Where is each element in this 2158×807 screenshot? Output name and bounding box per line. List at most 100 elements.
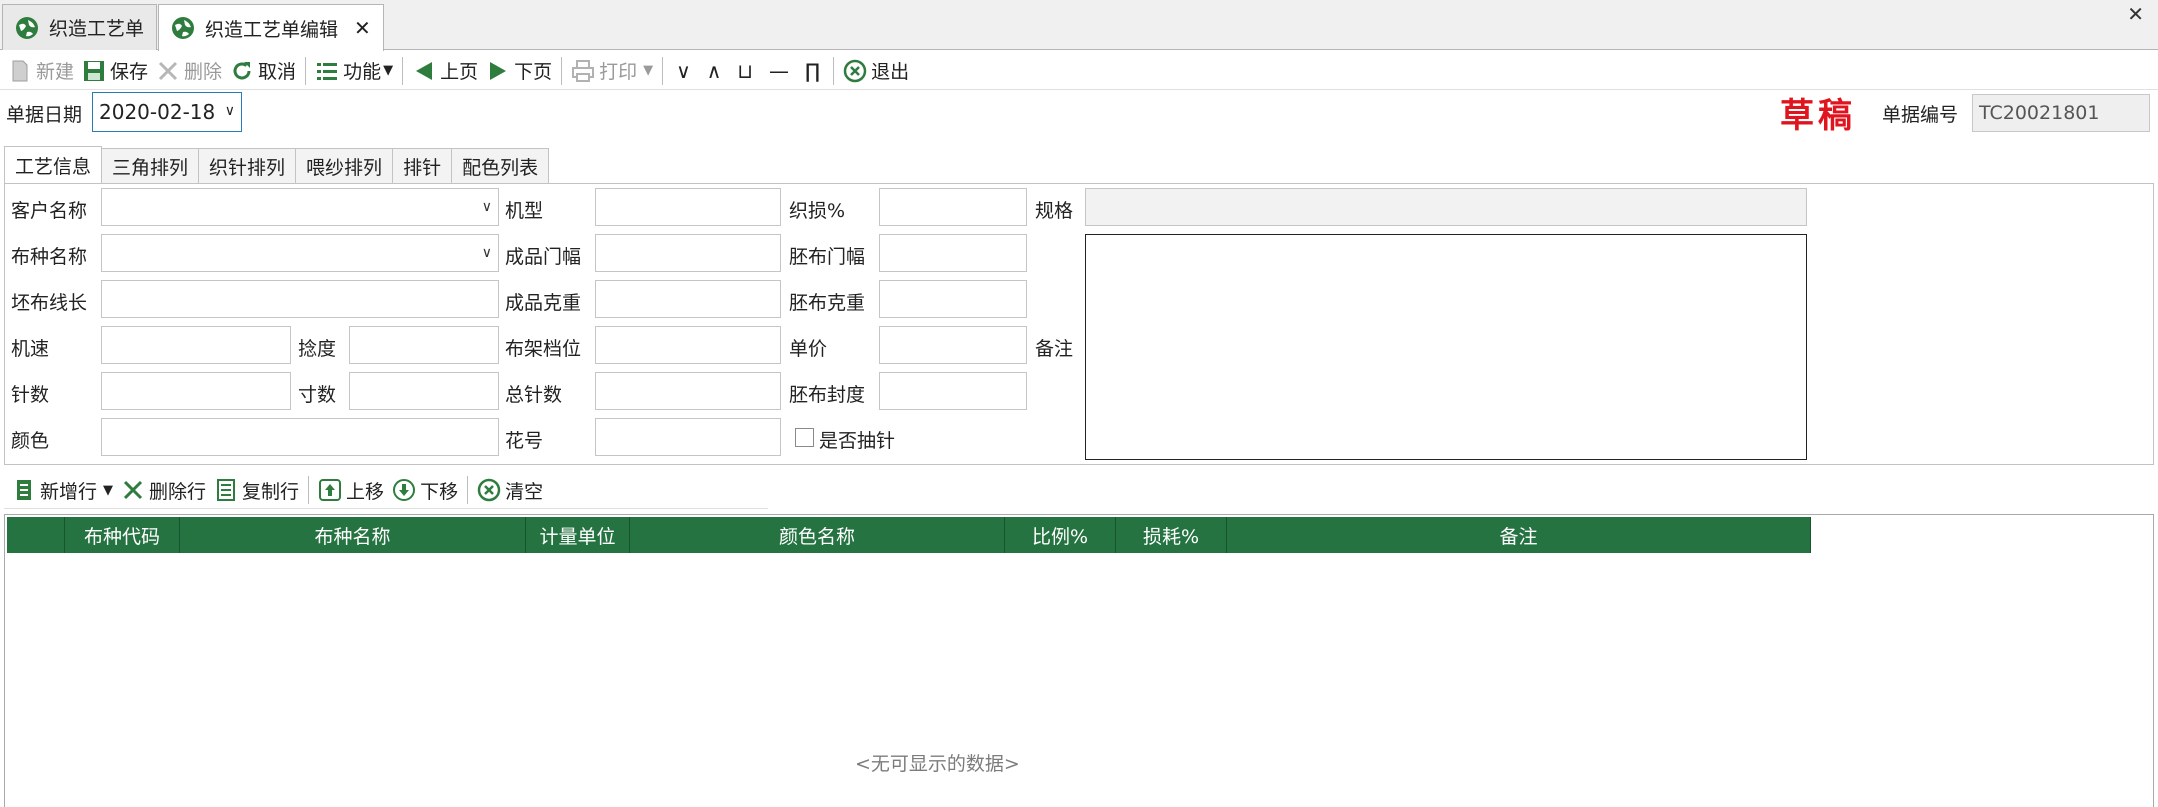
column-header-fabric-name[interactable]: 布种名称 [180, 517, 526, 553]
spec-field[interactable] [1085, 188, 1807, 226]
union-button[interactable]: ⊔ [729, 59, 761, 83]
new-document-icon [12, 60, 28, 81]
date-value: 2020-02-18 [99, 100, 216, 124]
finished-weight-input[interactable] [595, 280, 781, 318]
window-close-icon[interactable]: ✕ [2127, 2, 2144, 26]
gauge-label: 寸数 [298, 384, 337, 406]
clear-label: 清空 [505, 480, 544, 503]
finished-weight-label: 成品克重 [505, 292, 582, 314]
logic-or-button[interactable]: ∨ [668, 59, 699, 83]
logic-and-button[interactable]: ∧ [699, 59, 730, 83]
save-icon [84, 60, 105, 81]
next-page-button[interactable]: 下页 [482, 55, 556, 87]
copy-icon [217, 479, 236, 501]
machine-model-input[interactable] [595, 188, 781, 226]
customer-name-combo[interactable]: ∨ [101, 188, 499, 226]
finished-width-input[interactable] [595, 234, 781, 272]
new-button[interactable]: 新建 [4, 55, 78, 87]
needle-pull-checkbox[interactable] [795, 428, 814, 447]
remark-textarea[interactable] [1085, 234, 1807, 460]
tab-yarn-feed-arrangement[interactable]: 喂纱排列 [296, 148, 394, 184]
gauge-input[interactable] [349, 372, 499, 410]
cancel-button[interactable]: 取消 [226, 55, 300, 87]
toolbar-separator [662, 56, 664, 85]
knit-loss-input[interactable] [879, 188, 1027, 226]
move-down-label: 下移 [420, 480, 459, 503]
column-header-fabric-code[interactable]: 布种代码 [65, 517, 180, 553]
copy-row-button[interactable]: 复制行 [210, 474, 303, 506]
move-down-button[interactable]: 下移 [388, 474, 462, 506]
cancel-label: 取消 [258, 61, 297, 83]
needle-count-input[interactable] [101, 372, 291, 410]
product-button[interactable]: ∏ [797, 59, 828, 83]
previous-page-button[interactable]: 上页 [408, 55, 482, 87]
clear-button[interactable]: 清空 [473, 474, 547, 506]
color-input[interactable] [101, 418, 499, 456]
toolbar-separator [305, 56, 307, 85]
fabric-name-combo[interactable]: ∨ [101, 234, 499, 272]
delete-row-button[interactable]: 删除行 [117, 474, 210, 506]
function-menu-button[interactable]: 功能 ▼ [311, 55, 397, 87]
column-header-loss[interactable]: 损耗% [1116, 517, 1227, 553]
detail-tabs: 工艺信息 三角排列 织针排列 喂纱排列 排针 配色列表 [4, 146, 550, 184]
toolbar-separator [402, 56, 404, 85]
draft-stamp: 草稿 [1780, 96, 1856, 136]
tab-process-info[interactable]: 工艺信息 [4, 146, 103, 184]
total-needles-input[interactable] [595, 372, 781, 410]
grey-width-input[interactable] [879, 234, 1027, 272]
previous-page-label: 上页 [440, 61, 479, 83]
finished-width-label: 成品门幅 [505, 246, 582, 268]
exit-button[interactable]: 退出 [839, 55, 913, 87]
row-indicator-header[interactable] [7, 517, 65, 553]
move-up-label: 上移 [346, 480, 385, 503]
tab-cam-arrangement[interactable]: 三角排列 [102, 148, 200, 184]
chevron-down-icon[interactable]: ∨ [225, 103, 235, 119]
twist-input[interactable] [349, 326, 499, 364]
tab-color-list[interactable]: 配色列表 [452, 148, 550, 184]
tab-label: 织造工艺单 [49, 18, 145, 40]
tab-needle-arrangement[interactable]: 织针排列 [199, 148, 297, 184]
column-header-unit[interactable]: 计量单位 [526, 517, 630, 553]
globe-icon [172, 17, 194, 39]
grey-density-label: 胚布封度 [789, 384, 866, 406]
machine-speed-input[interactable] [101, 326, 291, 364]
toolbar-separator [561, 56, 563, 85]
grey-weight-input[interactable] [879, 280, 1027, 318]
grey-density-input[interactable] [879, 372, 1027, 410]
print-button[interactable]: 打印 ▼ [567, 55, 657, 87]
caret-down-icon: ▼ [103, 482, 114, 498]
grey-yarn-length-label: 坯布线长 [11, 292, 88, 314]
dash-button[interactable]: — [761, 59, 797, 83]
tab-weaving-process-edit[interactable]: 织造工艺单编辑 ✕ [158, 4, 384, 51]
close-tab-icon[interactable]: ✕ [354, 16, 371, 40]
add-row-button[interactable]: 新增行 ▼ [8, 474, 117, 506]
unit-price-input[interactable] [879, 326, 1027, 364]
unit-price-label: 单价 [789, 338, 828, 360]
column-header-color-name[interactable]: 颜色名称 [630, 517, 1005, 553]
needle-count-label: 针数 [11, 384, 50, 406]
document-number-field[interactable]: TC20021801 [1972, 94, 2150, 132]
column-header-remark[interactable]: 备注 [1227, 517, 1811, 553]
chevron-down-icon[interactable]: ∨ [482, 199, 492, 215]
main-toolbar: 新建 保存 删除 取消 功能 ▼ 上页 下页 打印 ▼ ∨ ∧ ⊔ — ∏ 退出 [0, 52, 2158, 90]
date-picker[interactable]: 2020-02-18 ∨ [92, 92, 242, 132]
grey-yarn-length-input[interactable] [101, 280, 499, 318]
save-button[interactable]: 保存 [78, 55, 152, 87]
remark-label: 备注 [1035, 338, 1074, 360]
triangle-right-icon [490, 61, 507, 80]
grid-toolbar: 新增行 ▼ 删除行 复制行 上移 下移 清空 [8, 472, 547, 508]
chevron-down-icon[interactable]: ∨ [482, 245, 492, 261]
delete-button[interactable]: 删除 [152, 55, 226, 87]
pattern-number-input[interactable] [595, 418, 781, 456]
rack-position-input[interactable] [595, 326, 781, 364]
column-header-ratio[interactable]: 比例% [1005, 517, 1116, 553]
toolbar-separator [467, 476, 469, 504]
exit-label: 退出 [871, 61, 910, 83]
tab-needle-setting[interactable]: 排针 [393, 148, 453, 184]
caret-down-icon: ▼ [643, 63, 654, 78]
move-up-button[interactable]: 上移 [314, 474, 388, 506]
toolbar-separator [308, 476, 310, 504]
tab-weaving-process-list[interactable]: 织造工艺单 [2, 4, 158, 50]
machine-model-label: 机型 [505, 200, 544, 222]
grey-width-label: 胚布门幅 [789, 246, 866, 268]
